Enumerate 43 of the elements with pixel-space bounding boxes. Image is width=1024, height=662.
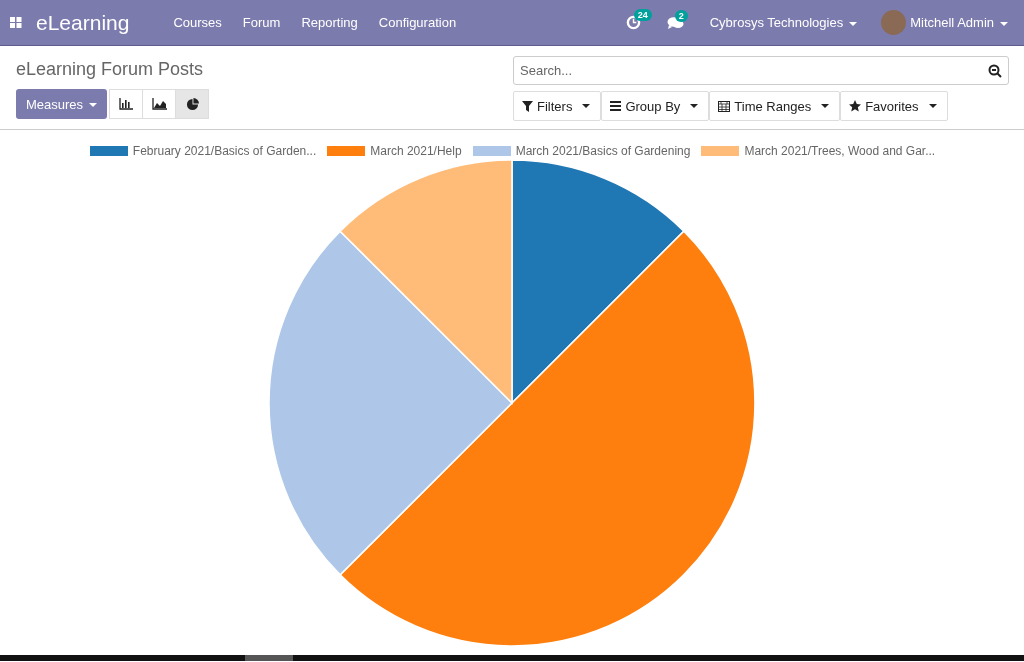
menu-item[interactable]: Courses [173,15,222,30]
pie-chart-icon [185,97,199,111]
area-chart-icon [151,98,167,110]
apps-menu-icon[interactable] [10,17,22,28]
pie-slice[interactable] [268,230,513,576]
calendar-icon [718,100,731,112]
app-name[interactable]: eLearning [36,10,130,35]
scrollbar-thumb[interactable] [245,655,293,661]
bar-chart-view-button[interactable] [109,89,144,119]
legend-label[interactable]: March 2021/Basics of Gardening [515,144,691,158]
legend-label[interactable]: March 2021/Trees, Wood and Gar... [744,144,936,158]
favorite-dropdown[interactable]: Favorites [840,91,948,121]
user-menu[interactable]: Mitchell Admin [910,15,1008,30]
pie-slice[interactable] [339,230,756,647]
filter-dropdown[interactable]: Filters [513,91,602,121]
company-switcher[interactable]: Cybrosys Technologies [709,15,858,30]
menu-item[interactable]: Reporting [301,15,358,30]
legend-label[interactable]: March 2021/Help [370,144,462,158]
caret-icon [849,21,858,26]
menu-item[interactable]: Forum [242,15,281,30]
star-icon [849,100,862,112]
bar-chart-icon [119,98,134,110]
caret-icon [582,104,591,108]
filter-icon [522,100,533,112]
area-chart-view-button[interactable] [142,89,177,119]
message-count-badge: 2 [674,9,688,22]
menu-item[interactable]: Configuration [378,15,457,30]
measures-button[interactable]: Measures [16,89,108,119]
caret-icon [1000,21,1008,26]
caret-icon [821,104,830,108]
page-title: eLearning Forum Posts [16,59,205,81]
activity-count-badge: 24 [633,9,652,21]
caret-icon [89,103,98,108]
pie-chart-view-button[interactable] [175,89,210,119]
timerange-dropdown[interactable]: Time Ranges [709,91,841,121]
list-icon [610,101,622,111]
search-field[interactable]: Search... [513,56,1009,85]
groupby-dropdown[interactable]: Group By [601,91,710,121]
legend-label[interactable]: February 2021/Basics of Garden... [132,144,317,158]
caret-icon [690,104,699,108]
caret-icon [928,104,937,108]
search-icon[interactable] [988,64,1002,78]
horizontal-scrollbar[interactable] [0,655,1024,661]
